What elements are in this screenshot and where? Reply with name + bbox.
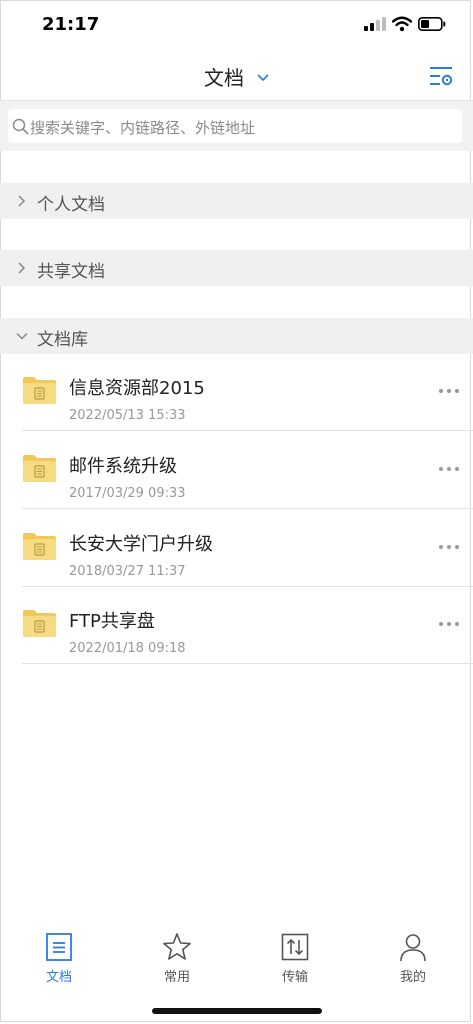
library-item[interactable]: 长安大学门户升级 2018/03/27 11:37: [0, 509, 473, 587]
nav-header: 文档: [0, 52, 473, 100]
section-label: 共享文档: [37, 262, 105, 282]
more-options-icon[interactable]: [434, 381, 464, 401]
document-list-icon: [46, 933, 72, 961]
item-date: 2022/05/13 15:33: [69, 408, 186, 423]
search-placeholder: 搜索关键字、内链路径、外链地址: [30, 119, 256, 137]
chevron-right-icon: [18, 195, 26, 207]
item-name: 长安大学门户升级: [69, 534, 213, 555]
tab-transfer[interactable]: 传输: [236, 932, 354, 992]
tab-documents[interactable]: 文档: [0, 932, 118, 992]
home-indicator: [152, 1008, 322, 1014]
section-personal-docs[interactable]: 个人文档: [0, 183, 473, 219]
transfer-icon: [281, 933, 309, 961]
section-doc-library[interactable]: 文档库: [0, 318, 473, 354]
tab-favorites[interactable]: 常用: [118, 932, 236, 992]
section-label: 文档库: [37, 330, 88, 350]
person-icon: [400, 934, 426, 962]
battery-icon: [418, 17, 446, 31]
more-options-icon[interactable]: [434, 537, 464, 557]
folder-icon: [23, 533, 56, 560]
tab-profile[interactable]: 我的: [354, 932, 472, 992]
folder-icon: [23, 610, 56, 637]
search-bar: 搜索关键字、内链路径、外链地址: [0, 101, 473, 151]
chevron-down-icon: [257, 74, 269, 82]
library-item[interactable]: 邮件系统升级 2017/03/29 09:33: [0, 431, 473, 509]
library-item[interactable]: FTP共享盘 2022/01/18 09:18: [0, 586, 473, 664]
section-label: 个人文档: [37, 195, 105, 215]
status-time: 21:17: [42, 14, 100, 35]
tab-label: 我的: [399, 970, 426, 985]
item-name: FTP共享盘: [69, 611, 155, 632]
chevron-right-icon: [18, 262, 26, 274]
tab-bar: 文档 常用 传输 我的: [0, 920, 473, 990]
item-date: 2018/03/27 11:37: [69, 564, 186, 579]
tab-label: 文档: [45, 970, 72, 985]
more-options-icon[interactable]: [434, 614, 464, 634]
filter-settings-icon[interactable]: [428, 64, 454, 88]
tab-label: 传输: [281, 970, 308, 985]
section-shared-docs[interactable]: 共享文档: [0, 250, 473, 286]
search-icon: [12, 118, 29, 135]
status-bar: 21:17: [0, 0, 473, 52]
item-date: 2017/03/29 09:33: [69, 486, 186, 501]
folder-icon: [23, 455, 56, 482]
cellular-signal-icon: [364, 17, 386, 31]
page-title: 文档: [203, 66, 244, 90]
star-icon: [163, 933, 191, 960]
item-name: 邮件系统升级: [69, 456, 177, 477]
wifi-icon: [392, 16, 412, 32]
item-date: 2022/01/18 09:18: [69, 641, 186, 656]
title-dropdown[interactable]: 文档: [0, 62, 473, 91]
folder-icon: [23, 377, 56, 404]
more-options-icon[interactable]: [434, 459, 464, 479]
library-item[interactable]: 信息资源部2015 2022/05/13 15:33: [0, 353, 473, 431]
search-input[interactable]: 搜索关键字、内链路径、外链地址: [8, 109, 462, 143]
chevron-down-icon: [16, 332, 28, 340]
tab-label: 常用: [163, 970, 190, 985]
divider: [22, 663, 473, 664]
item-name: 信息资源部2015: [69, 378, 205, 399]
